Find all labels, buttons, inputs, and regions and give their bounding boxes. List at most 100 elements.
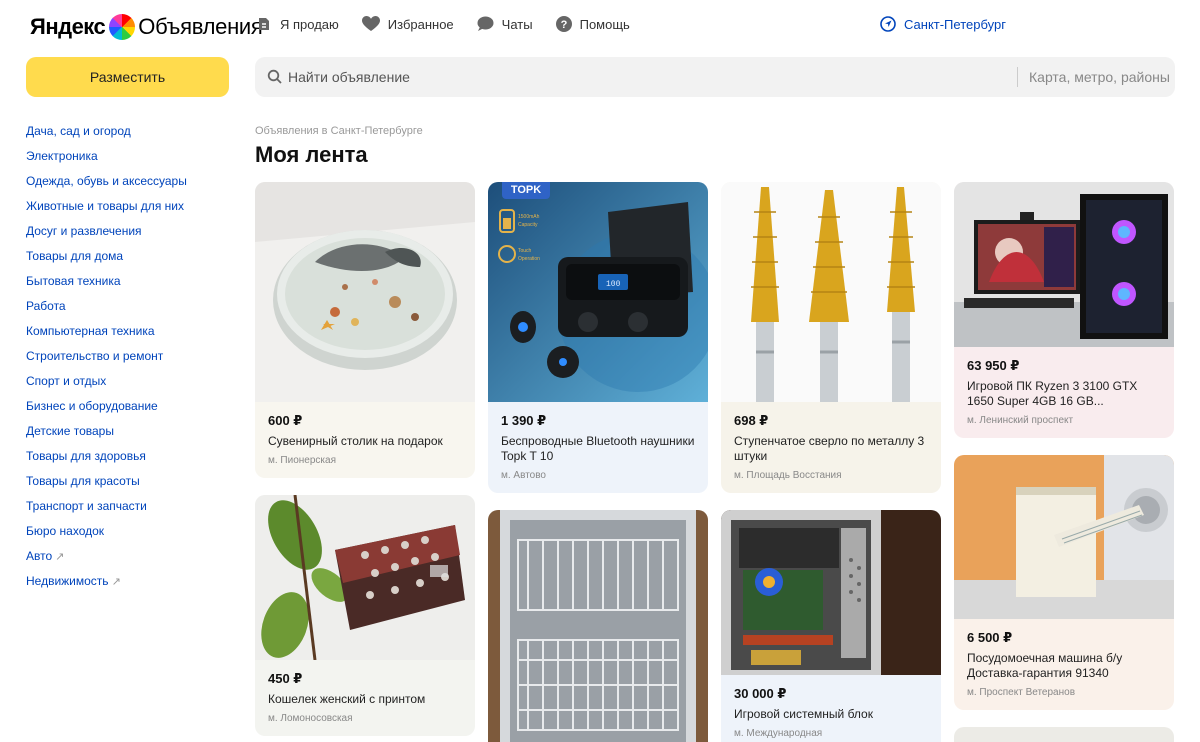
sidebar-item-label: Дача, сад и огород <box>26 124 131 138</box>
listing-card[interactable]: 600 ₽ Сувенирный столик на подарок м. Пи… <box>255 182 475 478</box>
sidebar-item-computers[interactable]: Компьютерная техника <box>26 323 236 348</box>
listing-image <box>721 510 941 675</box>
listing-image <box>721 182 941 402</box>
logo-ball-icon <box>109 14 136 40</box>
nav-help[interactable]: ? Помощь <box>555 16 630 32</box>
sidebar-item-label: Товары для красоты <box>26 474 140 488</box>
sidebar-item-label: Бизнес и оборудование <box>26 399 158 413</box>
logo[interactable]: Яндекс Объявления <box>30 12 263 42</box>
listing-card[interactable]: 30 000 ₽ Игровой системный блок м. Между… <box>721 510 941 742</box>
category-sidebar: Дача, сад и огород Электроника Одежда, о… <box>26 123 236 598</box>
sidebar-item-label: Бюро находок <box>26 524 105 538</box>
listing-title: Беспроводные Bluetooth наушники Topk T 1… <box>501 434 695 463</box>
listing-card[interactable]: 6 500 ₽ Посудомоечная машина б/у Доставк… <box>954 455 1174 710</box>
sidebar-item-garden[interactable]: Дача, сад и огород <box>26 123 236 148</box>
logo-product: Объявления <box>138 14 263 39</box>
listing-image: 1500mAh Capacity Touch Operation 100 TOP… <box>488 182 708 402</box>
sidebar-item-clothing[interactable]: Одежда, обувь и аксессуары <box>26 173 236 198</box>
location-filter[interactable]: Карта, метро, районы <box>1029 69 1170 85</box>
top-nav: Я продаю Избранное Чаты ? Помощь <box>256 16 653 32</box>
breadcrumb[interactable]: Объявления в Санкт-Петербурге <box>255 125 423 137</box>
image-caption: 100 <box>606 280 621 289</box>
sidebar-item-construction[interactable]: Строительство и ремонт <box>26 348 236 373</box>
sidebar-item-label: Спорт и отдых <box>26 374 107 388</box>
listing-title: Ступенчатое сверло по металлу 3 штуки <box>734 434 925 463</box>
sidebar-item-lost-found[interactable]: Бюро находок <box>26 523 236 548</box>
sidebar-item-auto[interactable]: Авто ↗ <box>26 548 236 573</box>
sidebar-item-beauty[interactable]: Товары для красоты <box>26 473 236 498</box>
listing-title: Сувенирный столик на подарок <box>268 434 443 448</box>
listing-location: м. Ломоносовская <box>268 713 353 724</box>
logo-brand: Яндекс <box>30 14 106 39</box>
listing-card[interactable] <box>488 510 708 742</box>
sidebar-item-label: Транспорт и запчасти <box>26 499 147 513</box>
listing-title: Посудомоечная машина б/у Доставка-гарант… <box>967 651 1123 680</box>
listing-title: Игровой системный блок <box>734 707 873 721</box>
sidebar-item-label: Товары для здоровья <box>26 449 146 463</box>
listing-location: м. Пионерская <box>268 455 336 466</box>
sidebar-item-leisure[interactable]: Досуг и развлечения <box>26 223 236 248</box>
city-selector[interactable]: Санкт-Петербург <box>880 16 1006 32</box>
page-title: Моя лента <box>255 142 368 167</box>
sidebar-item-sport[interactable]: Спорт и отдых <box>26 373 236 398</box>
sidebar-item-label: Недвижимость <box>26 574 109 588</box>
sidebar-item-health[interactable]: Товары для здоровья <box>26 448 236 473</box>
sidebar-item-label: Работа <box>26 299 66 313</box>
external-link-icon: ↗ <box>55 551 65 563</box>
sidebar-item-electronics[interactable]: Электроника <box>26 148 236 173</box>
sidebar-item-appliances[interactable]: Бытовая техника <box>26 273 236 298</box>
sidebar-item-label: Детские товары <box>26 424 114 438</box>
listing-location: м. Площадь Восстания <box>734 470 842 481</box>
sidebar-item-label: Товары для дома <box>26 249 124 263</box>
sidebar-item-business[interactable]: Бизнес и оборудование <box>26 398 236 423</box>
nav-favorites[interactable]: Избранное <box>361 16 454 32</box>
listing-card[interactable]: 63 950 ₽ Игровой ПК Ryzen 3 3100 GTX 165… <box>954 182 1174 438</box>
search-divider <box>1017 67 1018 87</box>
image-caption: Capacity <box>518 222 538 228</box>
sidebar-item-label: Электроника <box>26 149 98 163</box>
listing-card[interactable]: 450 ₽ Кошелек женский с принтом м. Ломон… <box>255 495 475 736</box>
sidebar-item-home[interactable]: Товары для дома <box>26 248 236 273</box>
nav-label: Избранное <box>387 16 454 32</box>
sidebar-item-animals[interactable]: Животные и товары для них <box>26 198 236 223</box>
sidebar-item-label: Авто <box>26 549 53 563</box>
listing-price: 698 ₽ <box>734 413 769 428</box>
nav-chats[interactable]: Чаты <box>477 16 533 32</box>
sidebar-item-label: Животные и товары для них <box>26 199 184 213</box>
brand-badge: TOPK <box>502 182 550 199</box>
listing-location: м. Ленинский проспект <box>967 415 1074 426</box>
image-caption: 1500mAh <box>518 214 540 220</box>
listing-image <box>954 182 1174 347</box>
city-label: Санкт-Петербург <box>904 16 1006 32</box>
sell-icon <box>259 18 269 30</box>
search-icon <box>267 69 282 84</box>
header: Яндекс Объявления Я продаю Избранное Чат… <box>0 0 1200 54</box>
location-arrow-icon <box>880 16 896 32</box>
listing-card[interactable]: 698 ₽ Ступенчатое сверло по металлу 3 шт… <box>721 182 941 493</box>
sidebar-item-realty[interactable]: Недвижимость ↗ <box>26 573 236 598</box>
listing-title: Кошелек женский с принтом <box>268 692 426 706</box>
listing-title: Игровой ПК Ryzen 3 3100 GTX 1650 Super 4… <box>967 379 1138 408</box>
nav-label: Я продаю <box>280 16 339 32</box>
sidebar-item-jobs[interactable]: Работа <box>26 298 236 323</box>
listing-image <box>255 495 475 660</box>
svg-text:?: ? <box>560 19 567 31</box>
chat-icon <box>477 16 494 31</box>
sidebar-item-label: Бытовая техника <box>26 274 121 288</box>
nav-my-sales[interactable]: Я продаю <box>256 16 339 32</box>
nav-label: Помощь <box>579 16 630 32</box>
listing-price: 600 ₽ <box>268 413 303 428</box>
listing-location: м. Международная <box>734 728 823 739</box>
sidebar-item-label: Досуг и развлечения <box>26 224 142 238</box>
search-input[interactable] <box>288 57 988 97</box>
sidebar-item-transport[interactable]: Транспорт и запчасти <box>26 498 236 523</box>
post-ad-button[interactable]: Разместить <box>26 57 229 97</box>
external-link-icon: ↗ <box>111 576 121 588</box>
listing-location: м. Проспект Ветеранов <box>967 687 1076 698</box>
listing-card[interactable]: 1500mAh Capacity Touch Operation 100 TOP… <box>488 182 708 493</box>
sidebar-item-label: Одежда, обувь и аксессуары <box>26 174 187 188</box>
listing-image <box>255 182 475 402</box>
sidebar-item-kids[interactable]: Детские товары <box>26 423 236 448</box>
listing-location: м. Автово <box>501 470 546 481</box>
listing-card[interactable] <box>954 727 1174 742</box>
